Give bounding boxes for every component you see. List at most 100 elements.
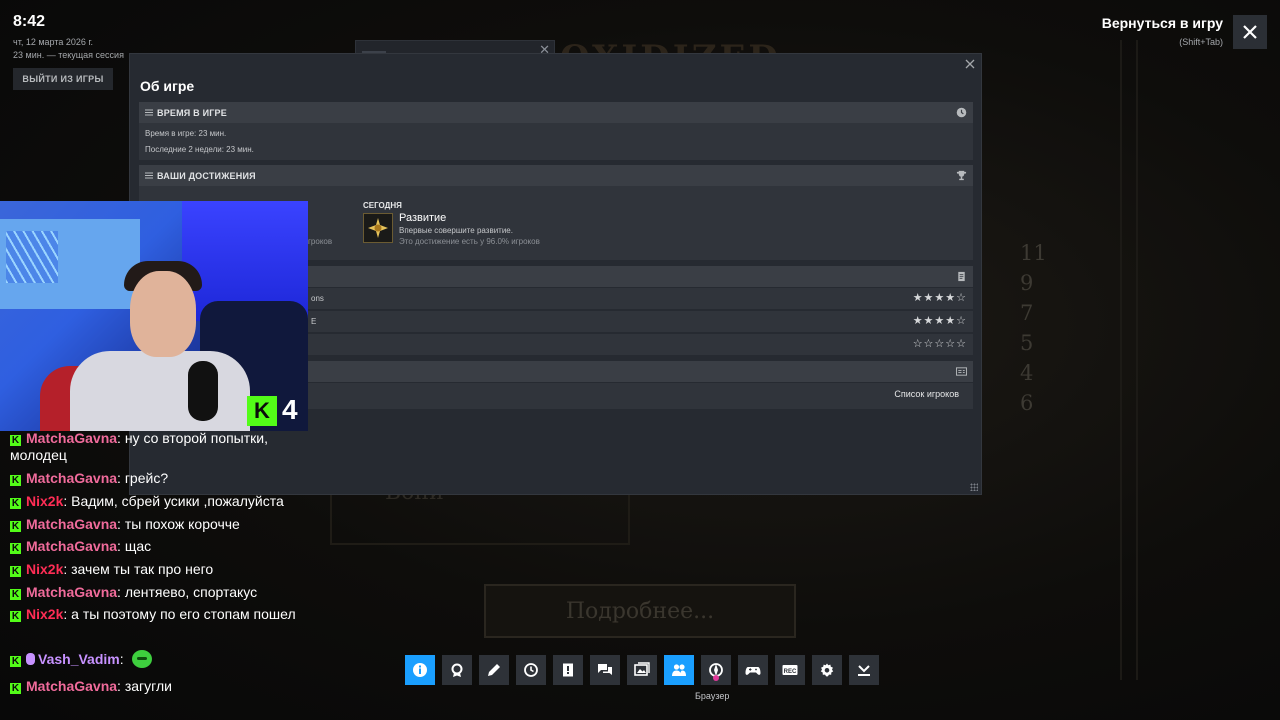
chat-username[interactable]: Vash_Vadim — [38, 651, 120, 667]
kick-icon: K — [10, 498, 21, 509]
downloads-button[interactable] — [849, 655, 879, 685]
gear-icon — [820, 663, 834, 677]
rating-stars[interactable]: ☆☆☆☆☆ — [913, 337, 967, 350]
settings-button[interactable] — [812, 655, 842, 685]
rating-stars[interactable]: ★★★★☆ — [913, 291, 967, 304]
section-title: ВАШИ ДОСТИЖЕНИЯ — [157, 170, 256, 181]
game-numbers: 11 9 7 5 4 6 — [1020, 241, 1047, 415]
chat-message: K Nix2k: а ты поэтому по его стопам пошел — [10, 606, 296, 622]
notes-button[interactable] — [479, 655, 509, 685]
chat-text: Вадим, сбрей усики ,пожалуйста — [71, 493, 284, 509]
recording-button[interactable]: REC — [775, 655, 805, 685]
chat-message: K Nix2k: зачем ты так про него — [10, 561, 214, 577]
emote-icon — [131, 650, 152, 668]
chat-message: K MatchaGavna: грейс? — [10, 470, 169, 486]
kick-icon: K — [10, 543, 21, 554]
trophy-icon — [956, 170, 967, 181]
chat-button[interactable] — [590, 655, 620, 685]
achievement-icon — [368, 218, 388, 238]
chat-message: K MatchaGavna: щас — [10, 538, 152, 554]
kick-icon: K — [10, 435, 21, 446]
players-list-link[interactable]: Список игроков — [894, 389, 959, 399]
chat-message: K MatchaGavna: ну со второй попытки, моло… — [10, 430, 268, 463]
playtime-section-header[interactable]: ВРЕМЯ В ИГРЕ — [139, 102, 973, 123]
panel-title: Об игре — [140, 78, 195, 94]
chat-text: ты похож корочче — [124, 516, 240, 532]
guides-button[interactable] — [553, 655, 583, 685]
review-name: E — [311, 317, 317, 326]
timer-icon — [524, 663, 538, 677]
screenshots-icon — [634, 662, 650, 676]
cam-wall-art — [6, 231, 58, 283]
chat-message: K Vash_Vadim: — [10, 650, 300, 668]
exit-game-button[interactable]: ВЫЙТИ ИЗ ИГРЫ — [13, 68, 113, 90]
recent-playtime: Последние 2 недели: 23 мин. — [145, 145, 254, 154]
screenshots-button[interactable] — [627, 655, 657, 685]
achievement-name: Развитие — [399, 212, 447, 224]
close-icon[interactable] — [964, 58, 976, 70]
kick-logo: K — [247, 396, 277, 426]
browser-button[interactable] — [701, 655, 731, 685]
toolbar-tooltip: Браузер — [695, 691, 730, 701]
clock-icon — [956, 107, 967, 118]
return-to-game-label[interactable]: Вернуться в игру — [1102, 15, 1223, 31]
controller-button[interactable] — [738, 655, 768, 685]
kick-icon: K — [10, 521, 21, 532]
chat-message: K MatchaGavna: ты похож корочче — [10, 516, 240, 532]
game-frame — [1120, 40, 1138, 680]
chat-username[interactable]: Nix2k — [26, 493, 63, 509]
chat-username[interactable]: Nix2k — [26, 606, 63, 622]
close-overlay-button[interactable] — [1233, 15, 1267, 49]
chat-text: зачем ты так про него — [71, 561, 214, 577]
achievement-badge[interactable] — [363, 213, 393, 243]
document-icon — [958, 271, 965, 282]
achievements-section-header[interactable]: ВАШИ ДОСТИЖЕНИЯ — [139, 165, 973, 186]
notification-dot — [713, 675, 719, 681]
chat-username[interactable]: MatchaGavna — [26, 430, 117, 446]
chat-icon — [598, 664, 612, 675]
achievement-rarity: Это достижение есть у 96.0% игроков — [399, 237, 540, 246]
chat-username[interactable]: Nix2k — [26, 561, 63, 577]
chat-username[interactable]: MatchaGavna — [26, 584, 117, 600]
download-icon — [858, 665, 870, 676]
chat-message: K Nix2k: Вадим, сбрей усики ,пожалуйста — [10, 493, 284, 509]
chat-message: K MatchaGavna: загугли — [10, 678, 172, 694]
kick-icon: K — [10, 589, 21, 600]
rating-stars[interactable]: ★★★★☆ — [913, 314, 967, 327]
chat-username[interactable]: MatchaGavna — [26, 516, 117, 532]
kick-icon: K — [10, 566, 21, 577]
playtime-section-body: Время в игре: 23 мин. Последние 2 недели… — [139, 123, 973, 160]
chat-text: лентяево, спортакус — [124, 584, 258, 600]
friends-icon — [672, 664, 686, 676]
viewer-count: 4 — [282, 394, 298, 425]
chat-text: загугли — [124, 678, 172, 694]
kick-icon: K — [10, 475, 21, 486]
achievement-fragment: гроков — [308, 237, 333, 246]
chat-username[interactable]: MatchaGavna — [26, 678, 117, 694]
achievement-description: Впервые совершите развитие. — [399, 226, 513, 235]
recording-icon: REC — [782, 665, 798, 675]
achievements-button[interactable] — [442, 655, 472, 685]
chat-username[interactable]: MatchaGavna — [26, 470, 117, 486]
microphone-badge-icon — [26, 653, 35, 665]
achievements-icon — [451, 663, 463, 677]
friends-button[interactable] — [664, 655, 694, 685]
chat-text: грейс? — [124, 470, 169, 486]
chat-username[interactable]: MatchaGavna — [26, 538, 117, 554]
overlay-toolbar: REC — [405, 655, 879, 685]
svg-text:REC: REC — [784, 669, 797, 675]
timer-button[interactable] — [516, 655, 546, 685]
chat-message: K MatchaGavna: лентяево, спортакус — [10, 584, 258, 600]
webcam-overlay: K 4 — [0, 201, 308, 431]
kick-icon: K — [10, 656, 21, 667]
info-button[interactable] — [405, 655, 435, 685]
drag-handle-icon[interactable] — [145, 172, 153, 179]
kick-icon: K — [10, 611, 21, 622]
total-playtime: Время в игре: 23 мин. — [145, 129, 227, 138]
review-name: ons — [311, 294, 324, 303]
achievement-date: СЕГОДНЯ — [363, 201, 402, 210]
cam-streamer-body — [70, 351, 250, 431]
resize-grip[interactable] — [970, 483, 978, 491]
drag-handle-icon[interactable] — [145, 109, 153, 116]
controller-icon — [745, 667, 761, 675]
